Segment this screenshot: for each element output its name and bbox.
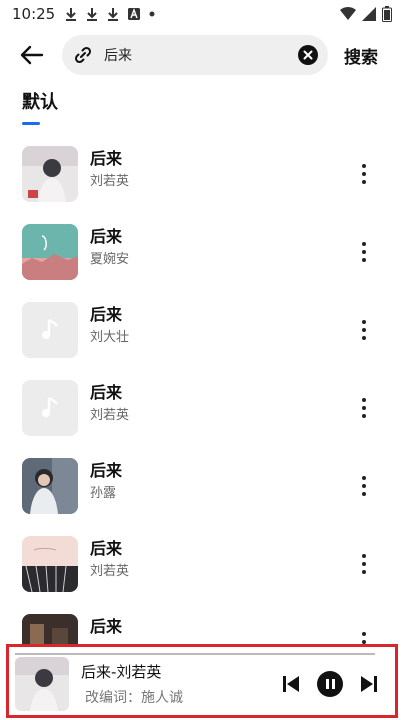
download-icon xyxy=(66,8,77,21)
song-artist: 刘若英 xyxy=(90,174,130,189)
signal-icon xyxy=(362,7,376,21)
song-row[interactable]: 后来 刘若英 xyxy=(0,144,404,204)
now-playing-cover xyxy=(15,657,69,711)
more-options-button[interactable] xyxy=(352,466,376,506)
more-options-button[interactable] xyxy=(352,388,376,428)
music-note-icon xyxy=(42,318,58,339)
arrow-left-icon xyxy=(20,45,44,65)
playback-progress-track[interactable] xyxy=(15,653,375,655)
battery-icon xyxy=(382,6,392,22)
search-header: 搜索 xyxy=(0,34,404,76)
more-options-button[interactable] xyxy=(352,232,376,272)
previous-button[interactable] xyxy=(279,672,303,696)
now-playing-title: 后来-刘若英 xyxy=(81,663,162,681)
more-options-button[interactable] xyxy=(352,310,376,350)
wifi-icon xyxy=(340,7,356,20)
tab-indicator xyxy=(22,122,40,125)
song-title: 后来 xyxy=(90,149,123,168)
skip-previous-icon xyxy=(283,676,299,692)
search-button[interactable]: 搜索 xyxy=(344,43,378,68)
song-row[interactable]: 后来 刘若英 xyxy=(0,534,404,594)
song-row[interactable]: 后来 刘大壮 xyxy=(0,300,404,360)
close-icon xyxy=(303,50,313,60)
album-cover xyxy=(22,536,78,592)
tab-default[interactable]: 默认 xyxy=(22,88,58,114)
song-title: 后来 xyxy=(90,617,123,636)
song-title: 后来 xyxy=(90,461,123,480)
clear-search-button[interactable] xyxy=(298,45,318,65)
song-title: 后来 xyxy=(90,305,123,324)
song-artist: 夏婉安 xyxy=(90,252,130,267)
skip-next-icon xyxy=(361,676,377,692)
now-playing-subtitle: 改编词：施人诚 xyxy=(85,690,183,706)
song-row[interactable]: 后来 孙露 xyxy=(0,456,404,516)
status-time: 10:25 xyxy=(12,5,56,23)
pause-icon xyxy=(325,679,329,689)
mini-player[interactable]: 后来-刘若英 改编词：施人诚 xyxy=(6,644,398,718)
back-button[interactable] xyxy=(12,35,52,75)
more-options-button[interactable] xyxy=(352,154,376,194)
pause-button[interactable] xyxy=(317,671,343,697)
album-cover xyxy=(22,458,78,514)
dot-icon xyxy=(149,11,155,17)
more-options-button[interactable] xyxy=(352,544,376,584)
album-cover xyxy=(22,380,78,436)
song-title: 后来 xyxy=(90,227,123,246)
result-tabs: 默认 xyxy=(22,88,58,125)
a-box-icon xyxy=(128,8,141,20)
song-artist: 刘大壮 xyxy=(90,330,130,345)
album-cover xyxy=(22,302,78,358)
download-icon xyxy=(87,8,98,21)
status-bar: 10:25 xyxy=(0,0,404,28)
music-note-icon xyxy=(42,396,58,417)
song-title: 后来 xyxy=(90,383,123,402)
song-artist: 孙露 xyxy=(90,486,117,501)
song-artist: 刘若英 xyxy=(90,408,130,423)
download-icon xyxy=(108,8,119,21)
search-box[interactable] xyxy=(62,35,328,75)
next-button[interactable] xyxy=(357,672,381,696)
player-controls xyxy=(279,671,381,697)
search-input[interactable] xyxy=(104,47,274,63)
song-artist: 刘若英 xyxy=(90,564,130,579)
song-title: 后来 xyxy=(90,539,123,558)
song-row[interactable]: 后来 夏婉安 xyxy=(0,222,404,282)
link-search-icon xyxy=(72,44,94,66)
album-cover xyxy=(22,224,78,280)
album-cover xyxy=(22,146,78,202)
song-row[interactable]: 后来 刘若英 xyxy=(0,378,404,438)
